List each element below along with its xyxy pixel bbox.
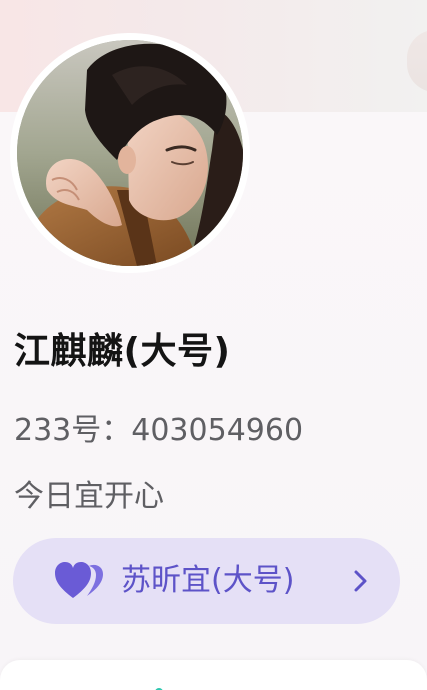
double-heart-icon (55, 562, 103, 598)
avatar-photo (17, 40, 243, 266)
avatar[interactable] (17, 40, 243, 266)
chevron-right-icon (354, 570, 367, 592)
profile-id: 233号：403054960 (14, 413, 304, 448)
profile-page: 江麒麟(大号) 233号：403054960 今日宜开心 苏昕宜(大号) (0, 0, 427, 690)
relation-pill-button[interactable]: 苏昕宜(大号) (13, 538, 400, 624)
profile-nickname: 江麒麟(大号) (14, 331, 231, 372)
bottom-sheet (0, 660, 427, 690)
profile-signature: 今日宜开心 (14, 479, 164, 514)
relation-name-label: 苏昕宜(大号) (121, 563, 295, 598)
